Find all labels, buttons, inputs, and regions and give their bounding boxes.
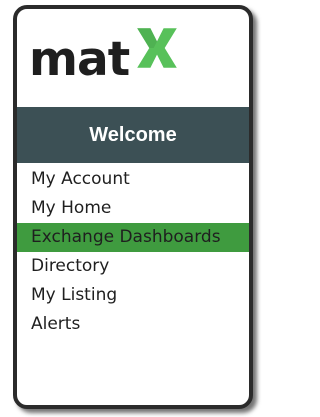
menu-item-my-listing[interactable]: My Listing [17,281,249,310]
menu-item-directory[interactable]: Directory [17,252,249,281]
logo-wordmark: mat [29,31,130,87]
menu-panel: mat Welcome My Account My Home Exchange … [13,5,253,409]
welcome-title: Welcome [89,123,177,146]
menu-item-my-home[interactable]: My Home [17,194,249,223]
green-x-icon [137,28,177,68]
nav-menu: My Account My Home Exchange Dashboards D… [17,165,249,339]
menu-item-exchange-dashboards[interactable]: Exchange Dashboards [17,223,249,252]
brand-logo[interactable]: mat [29,15,179,103]
menu-item-alerts[interactable]: Alerts [17,310,249,339]
menu-item-my-account[interactable]: My Account [17,165,249,194]
welcome-header: Welcome [17,107,249,163]
